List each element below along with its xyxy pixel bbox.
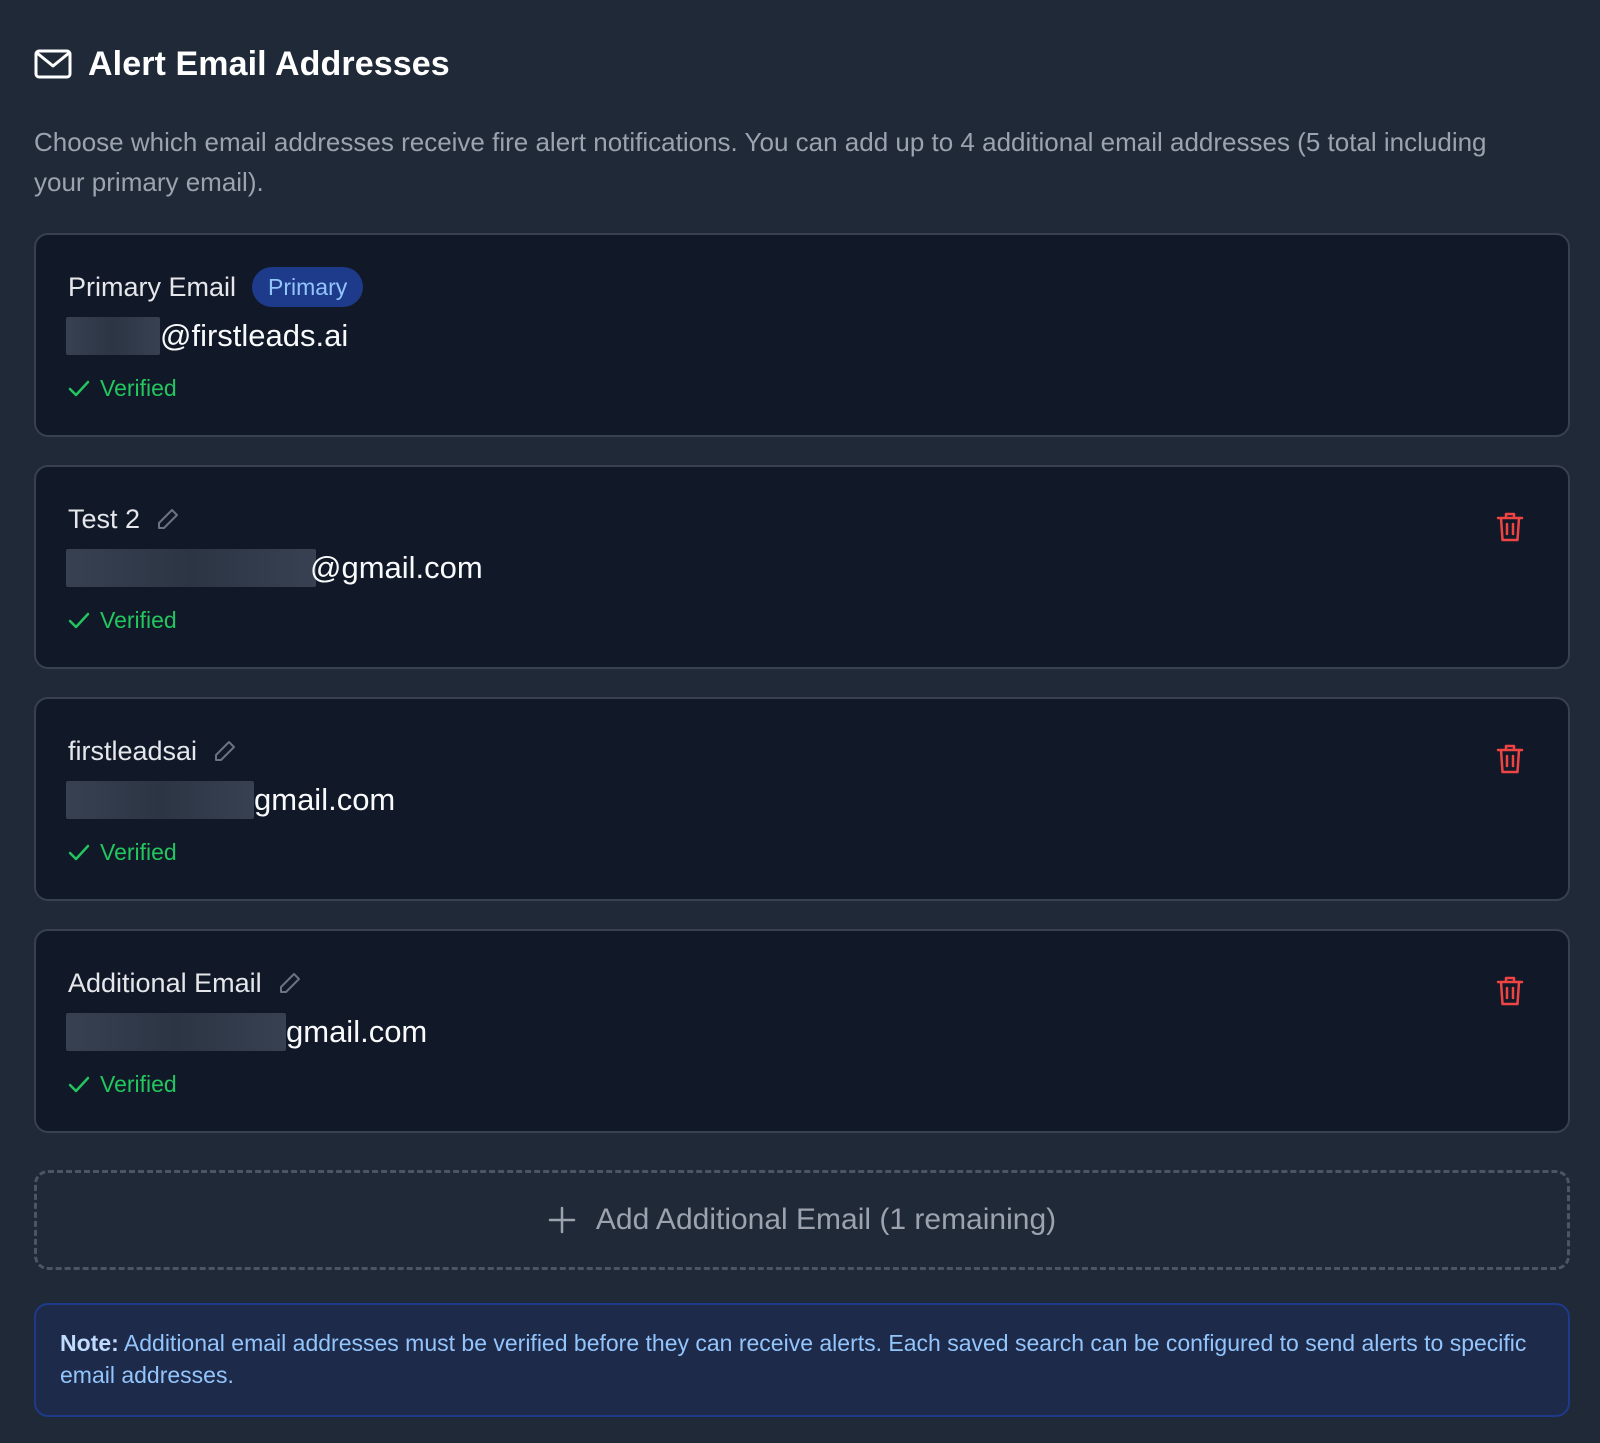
email-domain: gmail.com [254, 782, 396, 817]
add-additional-email-button[interactable]: Add Additional Email (1 remaining) [34, 1170, 1570, 1270]
email-domain: @gmail.com [310, 550, 483, 585]
verified-status: Verified [68, 375, 177, 402]
primary-badge: Primary [252, 267, 364, 307]
edit-pencil-icon[interactable] [213, 739, 237, 763]
email-address: @firstleads.ai [66, 315, 348, 357]
email-card: firstleadsai gmail.com Verified [34, 697, 1570, 901]
email-card: Additional Email gmail.com Verified [34, 929, 1570, 1133]
edit-pencil-icon[interactable] [278, 971, 302, 995]
email-card-primary: Primary Email Primary @firstleads.ai Ver… [34, 233, 1570, 437]
verified-label: Verified [100, 839, 177, 865]
add-button-label: Add Additional Email (1 remaining) [595, 1203, 1057, 1236]
redacted-username [66, 549, 316, 587]
email-card: Test 2 @gmail.com Verified [34, 465, 1570, 669]
plus-icon [548, 1205, 578, 1235]
email-domain: gmail.com [286, 1014, 428, 1049]
check-icon [68, 377, 92, 401]
check-icon [68, 841, 92, 865]
redacted-username [66, 317, 160, 355]
note-text: Additional email addresses must be verif… [60, 1330, 1527, 1388]
email-label: Test 2 [68, 503, 141, 534]
check-icon [68, 1073, 92, 1097]
section-header: Alert Email Addresses [34, 40, 450, 88]
verified-label: Verified [100, 1071, 177, 1097]
redacted-username [66, 1013, 286, 1051]
section-description: Choose which email addresses receive fir… [34, 127, 1487, 197]
edit-pencil-icon[interactable] [156, 507, 180, 531]
check-icon [68, 609, 92, 633]
email-label: Primary Email [68, 271, 237, 302]
verified-label: Verified [100, 375, 177, 401]
verified-label: Verified [100, 607, 177, 633]
email-address: gmail.com [66, 779, 395, 821]
note-prefix: Note: [60, 1330, 119, 1356]
email-label: Additional Email [68, 967, 262, 998]
verified-status: Verified [68, 607, 177, 634]
delete-trash-icon[interactable] [1494, 509, 1526, 545]
mail-icon [34, 48, 72, 80]
delete-trash-icon[interactable] [1494, 973, 1526, 1009]
email-label: firstleadsai [68, 735, 198, 766]
email-address: @gmail.com [66, 547, 483, 589]
verified-status: Verified [68, 839, 177, 866]
page-title: Alert Email Addresses [88, 44, 450, 83]
info-note: Note: Additional email addresses must be… [34, 1303, 1570, 1417]
delete-trash-icon[interactable] [1494, 741, 1526, 777]
redacted-username [66, 781, 254, 819]
verified-status: Verified [68, 1071, 177, 1098]
email-domain: @firstleads.ai [160, 318, 349, 353]
email-address: gmail.com [66, 1011, 427, 1053]
